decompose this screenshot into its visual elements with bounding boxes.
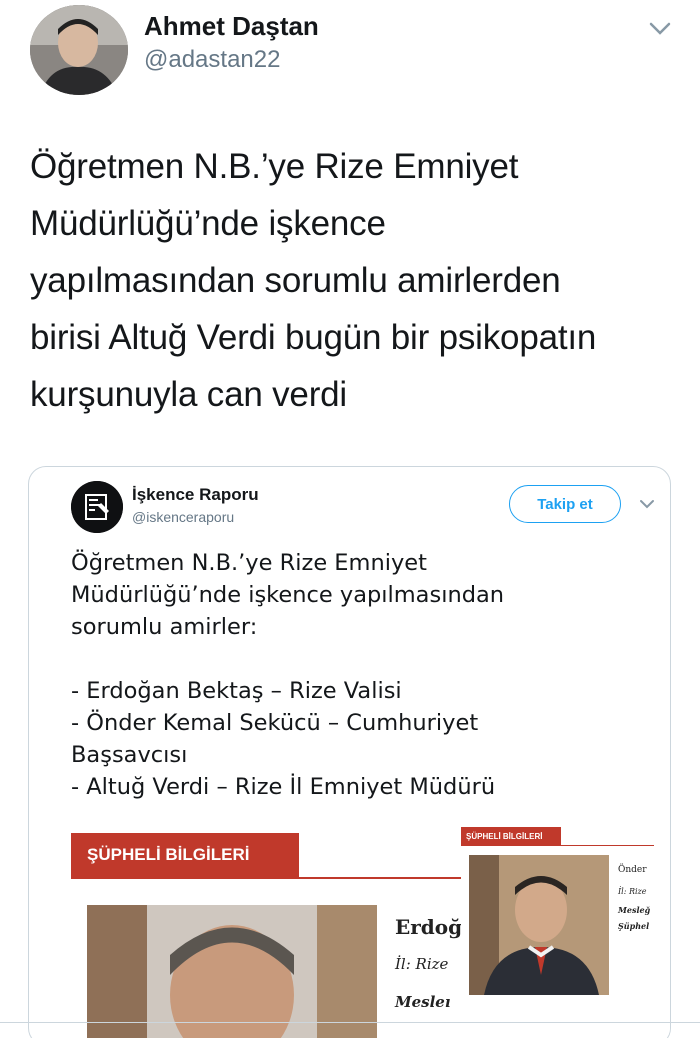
quoted-text-line: Başsavcısı	[71, 742, 188, 768]
chevron-down-icon[interactable]	[639, 497, 655, 509]
inset-suspect-status: Şüphel	[618, 921, 650, 931]
quoted-author-avatar[interactable]	[71, 481, 123, 533]
tweet-text-line: kurşunuyla can verdi	[30, 375, 347, 414]
inset-suspect-photo	[469, 855, 609, 995]
attached-document-image[interactable]: ŞÜPHELİ BİLGİLERİ Erdoğı İl: Rize Mesleı…	[29, 815, 670, 1038]
quoted-tweet-text: Öğretmen N.B.’ye Rize Emniyet Müdürlüğü’…	[71, 547, 651, 803]
divider	[461, 845, 654, 846]
suspect-photo	[87, 905, 377, 1038]
suspect-name: Erdoğı	[395, 915, 470, 939]
tweet-text-line: Öğretmen N.B.’ye Rize Emniyet	[30, 147, 519, 186]
suspect-province: İl: Rize	[395, 955, 449, 973]
inset-header: ŞÜPHELİ BİLGİLERİ	[461, 827, 561, 845]
quoted-text-line: - Erdoğan Bektaş – Rize Valisi	[71, 678, 402, 704]
suspect-info-header: ŞÜPHELİ BİLGİLERİ	[71, 833, 299, 877]
author-avatar[interactable]	[30, 5, 128, 95]
quoted-text-line	[71, 643, 651, 675]
author-name[interactable]: Ahmet Daştan	[144, 11, 319, 42]
quoted-text-line: Öğretmen N.B.’ye Rize Emniyet	[71, 550, 427, 576]
divider	[71, 877, 461, 879]
tweet-text-line: birisi Altuğ Verdi bugün bir psikopatın	[30, 318, 597, 357]
suspect-profession: Mesleı	[395, 993, 451, 1011]
quoted-author-handle[interactable]: @iskenceraporu	[132, 509, 234, 525]
tweet-text: Öğretmen N.B.’ye Rize Emniyet Müdürlüğü’…	[30, 138, 680, 423]
quoted-text-line: Müdürlüğü’nde işkence yapılmasından	[71, 582, 505, 608]
tweet-text-line: Müdürlüğü’nde işkence	[30, 204, 386, 243]
inset-suspect-name: Önder	[618, 865, 647, 875]
chevron-down-icon[interactable]	[646, 18, 674, 38]
inset-suspect-province: İl: Rize	[618, 887, 647, 896]
inset-suspect-profession: Mesleğ	[618, 905, 651, 915]
quoted-text-line: - Altuğ Verdi – Rize İl Emniyet Müdürü	[71, 774, 496, 800]
quoted-author-name[interactable]: İşkence Raporu	[132, 485, 259, 505]
quoted-tweet-card[interactable]: İşkence Raporu @iskenceraporu Takip et Ö…	[28, 466, 671, 1038]
tweet-text-line: yapılmasından sorumlu amirlerden	[30, 261, 561, 300]
quoted-text-line: - Önder Kemal Sekücü – Cumhuriyet	[71, 710, 479, 736]
divider	[0, 1022, 700, 1023]
tweet-header: Ahmet Daştan @adastan22	[0, 0, 700, 110]
author-handle[interactable]: @adastan22	[144, 46, 280, 74]
inset-document-image: ŞÜPHELİ BİLGİLERİ Önder İl: Rize Mesleğ …	[461, 815, 670, 1038]
quoted-text-line: sorumlu amirler:	[71, 614, 258, 640]
follow-button[interactable]: Takip et	[509, 485, 621, 523]
